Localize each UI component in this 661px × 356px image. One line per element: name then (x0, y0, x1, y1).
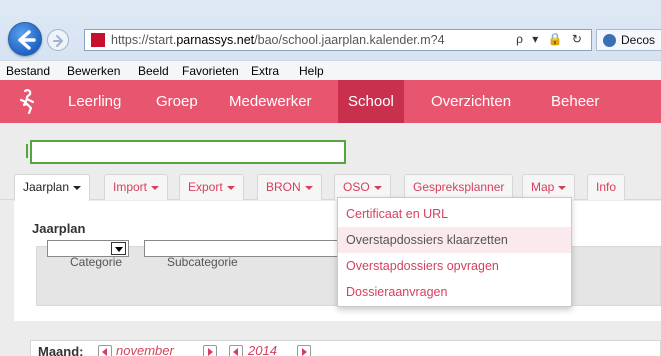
tab-bron[interactable]: BRON (257, 174, 322, 200)
month-value: november (116, 343, 174, 356)
menu-item-dossieraanvragen[interactable]: Dossieraanvragen (338, 279, 571, 305)
caret-down-icon (151, 185, 160, 190)
forward-button[interactable] (47, 29, 69, 51)
url-text: https://start.parnassys.net/bao/school.j… (111, 33, 445, 47)
back-button[interactable] (8, 22, 42, 56)
site-favicon-icon (91, 33, 105, 47)
next-month-button[interactable] (203, 345, 217, 356)
forward-arrow-icon (53, 35, 63, 47)
decos-favicon-icon (603, 34, 616, 47)
section-title: Jaarplan (32, 221, 86, 236)
prev-year-button[interactable] (229, 345, 243, 356)
nav-medewerker[interactable]: Medewerker (219, 80, 322, 123)
nav-groep[interactable]: Groep (146, 80, 208, 123)
screen: https://start.parnassys.net/bao/school.j… (0, 0, 661, 356)
menu-extra[interactable]: Extra (251, 64, 279, 78)
browser-menubar: Bestand Bewerken Beeld Favorieten Extra … (0, 60, 661, 80)
menu-favorieten[interactable]: Favorieten (182, 64, 239, 78)
caret-down-icon (558, 185, 567, 190)
prev-month-button[interactable] (98, 345, 112, 356)
menu-item-certificaat[interactable]: Certificaat en URL (338, 201, 571, 227)
next-year-button[interactable] (297, 345, 311, 356)
menu-help[interactable]: Help (299, 64, 324, 78)
menu-bestand[interactable]: Bestand (6, 64, 50, 78)
month-label: Maand: (38, 344, 84, 356)
chevron-down-icon[interactable] (111, 242, 126, 255)
nav-overzichten[interactable]: Overzichten (421, 80, 521, 123)
browser-chrome: https://start.parnassys.net/bao/school.j… (0, 0, 661, 80)
menu-beeld[interactable]: Beeld (138, 64, 169, 78)
menu-item-overstapdossiers-klaarzetten[interactable]: Overstapdossiers klaarzetten (338, 227, 571, 253)
year-value: 2014 (248, 343, 277, 356)
menu-item-overstapdossiers-opvragen[interactable]: Overstapdossiers opvragen (338, 253, 571, 279)
tab-export[interactable]: Export (179, 174, 244, 200)
browser-tab-label: Decos (621, 33, 656, 47)
caret-down-icon (226, 185, 235, 190)
caret-down-icon (73, 185, 82, 190)
nav-school[interactable]: School (338, 80, 404, 123)
categorie-label: Categorie (70, 255, 123, 269)
tab-info[interactable]: Info (587, 174, 626, 200)
tab-jaarplan[interactable]: Jaarplan (14, 174, 91, 201)
search-input[interactable] (30, 140, 346, 164)
menu-bewerken[interactable]: Bewerken (67, 64, 120, 78)
caret-down-icon (373, 185, 382, 190)
back-arrow-icon (18, 30, 36, 50)
nav-leerling[interactable]: Leerling (58, 80, 131, 123)
app-navbar: Leerling Groep Medewerker School Overzic… (0, 80, 661, 123)
oso-dropdown-menu: Certificaat en URL Overstapdossiers klaa… (337, 197, 572, 307)
subcategorie-label: Subcategorie (167, 255, 238, 269)
tab-bar: Jaarplan Import Export BRON OSO Gespreks… (0, 170, 661, 201)
nav-beheer[interactable]: Beheer (541, 80, 609, 123)
address-tools[interactable]: ρ ▾ 🔒 ↻ (516, 32, 585, 46)
caret-down-icon (304, 185, 313, 190)
categorie-select[interactable] (47, 240, 129, 257)
browser-tab-decos[interactable]: Decos (596, 29, 661, 51)
address-bar[interactable]: https://start.parnassys.net/bao/school.j… (84, 29, 592, 51)
month-navigation: Maand: november 2014 (30, 340, 661, 356)
tab-import[interactable]: Import (104, 174, 169, 200)
parnassys-logo-icon[interactable] (16, 88, 40, 116)
